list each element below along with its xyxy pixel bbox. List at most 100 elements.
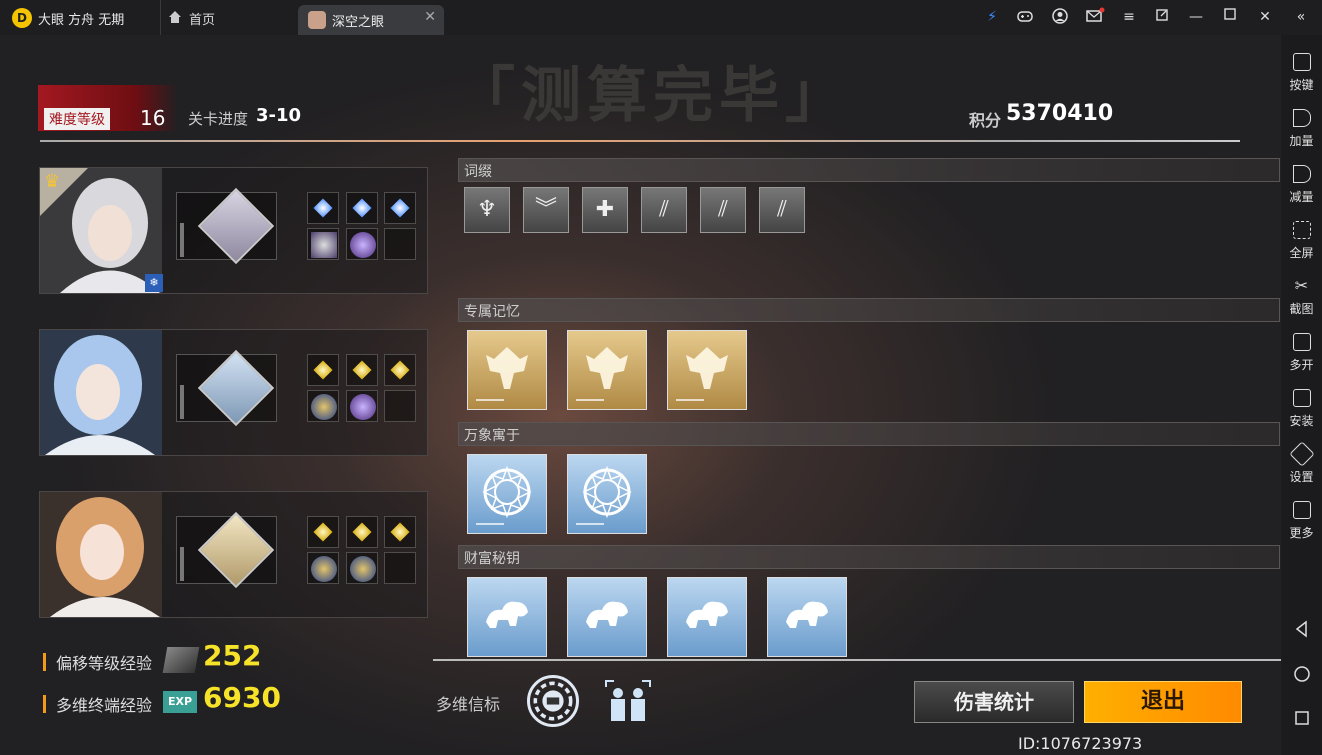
memory-card[interactable] — [567, 330, 647, 410]
damage-stats-button[interactable]: 伤害统计 — [914, 681, 1074, 723]
fullscreen-icon — [1292, 221, 1311, 239]
wealth-key-card[interactable] — [667, 577, 747, 657]
recent-apps-icon[interactable] — [1293, 709, 1311, 727]
sidebar-item-install[interactable]: 安装 — [1281, 381, 1322, 431]
affix-item[interactable]: ♆ — [464, 187, 510, 233]
lotus-seal-icon — [582, 465, 632, 519]
sidebar-item-screenshot[interactable]: ✂ 截图 — [1281, 269, 1322, 319]
weapon-level-bar — [180, 385, 184, 419]
affix-item[interactable]: ⫽ — [759, 187, 805, 233]
wealth-key-card[interactable] — [467, 577, 547, 657]
section-title: 万象寓于 — [464, 428, 520, 444]
exp-badge-icon: EXP — [163, 691, 197, 713]
mecha-spider-icon — [486, 347, 528, 389]
maximize-icon[interactable] — [1220, 7, 1240, 27]
beacon-figures-icon[interactable] — [600, 673, 656, 729]
minimize-icon[interactable]: — — [1186, 7, 1206, 27]
empty-slot[interactable] — [384, 390, 416, 422]
sidebar-item-settings[interactable]: 设置 — [1281, 437, 1322, 487]
rank-icon: ♛ — [44, 171, 61, 192]
emblem-slot[interactable] — [346, 552, 378, 584]
close-tab-icon[interactable]: ✕ — [424, 9, 436, 25]
weapon-slot[interactable] — [176, 511, 277, 589]
accent-bar — [43, 653, 46, 671]
emblem-slot[interactable] — [346, 390, 378, 422]
tab-home[interactable]: 首页 — [160, 0, 290, 35]
emblem-slot[interactable] — [346, 228, 378, 260]
title-bar: D 大眼 方舟 无期 首页 深空之眼 ✕ ⚡ ≡ — ✕ « — [0, 0, 1322, 35]
sidebar-item-keys[interactable]: 按键 — [1281, 45, 1322, 95]
mecha-spider-icon — [686, 347, 728, 389]
app-name: 大眼 方舟 无期 — [38, 13, 125, 28]
empty-slot[interactable] — [384, 552, 416, 584]
weapon-level-bar — [180, 223, 184, 257]
sidebar-item-more[interactable]: 更多 — [1281, 493, 1322, 543]
lion-beast-icon — [786, 601, 828, 628]
difficulty-value: 16 — [140, 106, 166, 130]
restore-window-icon[interactable] — [1152, 7, 1172, 27]
mail-icon[interactable] — [1085, 7, 1105, 27]
emblem-icon — [350, 394, 376, 420]
back-icon[interactable] — [1293, 620, 1311, 638]
wealth-key-card[interactable] — [767, 577, 847, 657]
skill-slot[interactable] — [384, 516, 416, 548]
affix-item[interactable]: ⫽ — [641, 187, 687, 233]
weapon-portrait — [197, 187, 275, 265]
close-window-icon[interactable]: ✕ — [1255, 7, 1275, 27]
skill-slot[interactable] — [384, 192, 416, 224]
sidebar-label: 更多 — [1289, 526, 1314, 540]
skill-slot[interactable] — [384, 354, 416, 386]
results-title: 「测算完毕」 — [455, 61, 851, 131]
sidebar-item-fullscreen[interactable]: 全屏 — [1281, 213, 1322, 263]
progress-label: 关卡进度 — [188, 110, 249, 128]
tab-home-label: 首页 — [189, 13, 216, 28]
wanxiang-card[interactable] — [467, 454, 547, 534]
emblem-icon — [350, 232, 376, 258]
home-circle-icon[interactable] — [1293, 665, 1311, 683]
skill-slot[interactable] — [307, 192, 339, 224]
character-card-1[interactable]: ♛ ❄ — [39, 167, 428, 294]
user-icon[interactable] — [1050, 7, 1070, 27]
affix-slash-icon: ⫽ — [777, 197, 787, 222]
affix-item[interactable]: ⫽ — [700, 187, 746, 233]
sidebar-item-volume-up[interactable]: 加量 — [1281, 101, 1322, 151]
lightning-icon[interactable]: ⚡ — [982, 7, 1002, 27]
skill-slot[interactable] — [346, 354, 378, 386]
sidebar-item-multi[interactable]: 多开 — [1281, 325, 1322, 375]
header-divider — [40, 140, 1240, 142]
menu-icon[interactable]: ≡ — [1119, 7, 1139, 27]
more-icon — [1292, 501, 1311, 519]
emblem-slot[interactable] — [307, 552, 339, 584]
skill-slot[interactable] — [307, 354, 339, 386]
emblem-slot[interactable] — [307, 390, 339, 422]
weapon-slot[interactable] — [176, 349, 277, 427]
emblem-slot[interactable] — [307, 228, 339, 260]
sidebar-label: 安装 — [1289, 414, 1314, 428]
affix-item[interactable]: ✚ — [582, 187, 628, 233]
skill-slot[interactable] — [307, 516, 339, 548]
empty-slot[interactable] — [384, 228, 416, 260]
wealth-key-card[interactable] — [567, 577, 647, 657]
skill-slot[interactable] — [346, 192, 378, 224]
game-viewport: 「测算完毕」 难度等级 16 关卡进度 3-10 积分 5370410 ♛ ❄ — [0, 35, 1281, 755]
gamepad-icon[interactable] — [1015, 7, 1035, 27]
tab-game[interactable]: 深空之眼 ✕ — [298, 5, 444, 35]
chip-icon — [162, 647, 200, 673]
volume-up-icon — [1292, 109, 1311, 127]
wanxiang-card[interactable] — [567, 454, 647, 534]
sidebar-item-volume-down[interactable]: 减量 — [1281, 157, 1322, 207]
character-card-2[interactable] — [39, 329, 428, 456]
card-bar — [476, 399, 504, 401]
memory-card[interactable] — [667, 330, 747, 410]
beacon-round-icon[interactable] — [527, 675, 579, 727]
affix-item[interactable]: ︾ — [523, 187, 569, 233]
memory-card[interactable] — [467, 330, 547, 410]
skill-slot[interactable] — [346, 516, 378, 548]
character-card-3[interactable] — [39, 491, 428, 618]
weapon-slot[interactable] — [176, 187, 277, 265]
affix-slash-icon: ⫽ — [659, 197, 669, 222]
collapse-sidebar-icon[interactable]: « — [1291, 7, 1311, 27]
lion-beast-icon — [686, 601, 728, 628]
exit-button[interactable]: 退出 — [1084, 681, 1242, 723]
section-title: 专属记忆 — [464, 304, 520, 320]
